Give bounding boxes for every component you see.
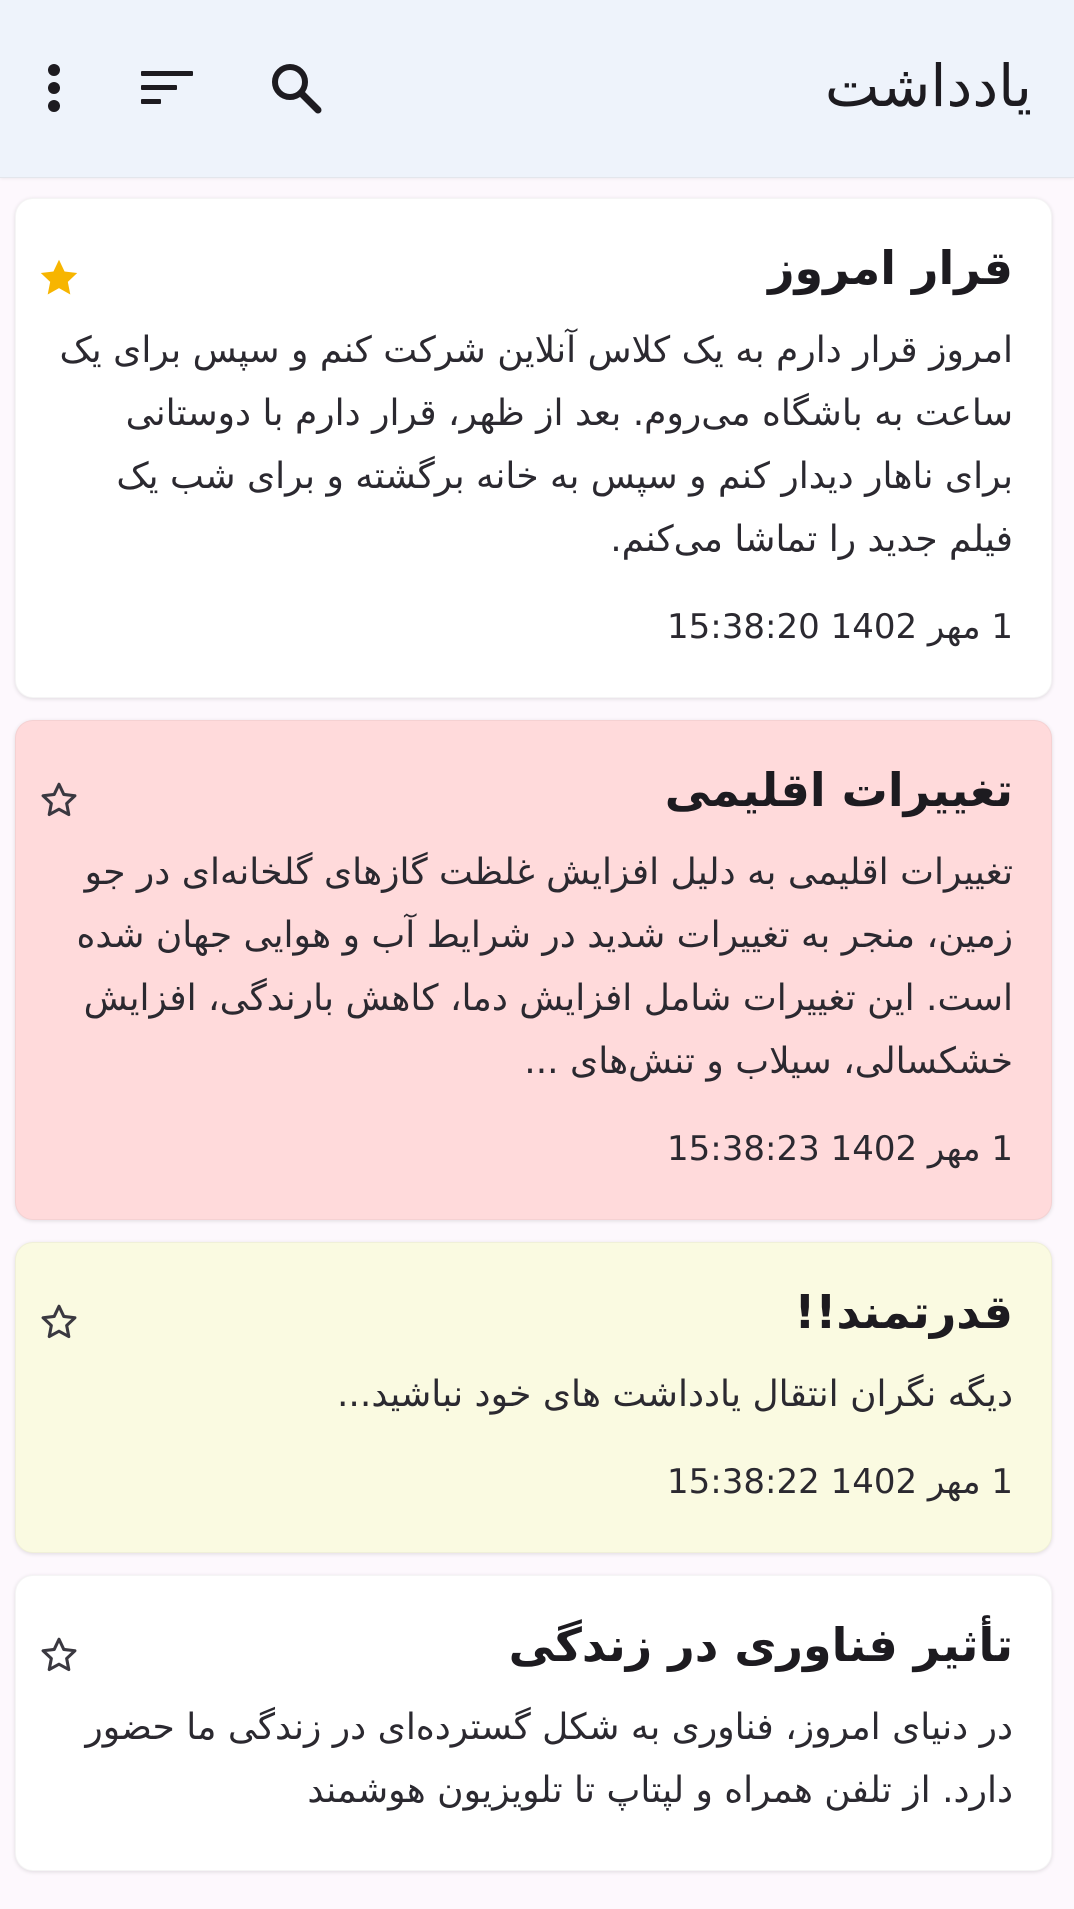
- star-outline-icon[interactable]: [36, 1299, 82, 1345]
- note-card[interactable]: تأثیر فناوری در زندگی در دنیای امروز، فنا…: [15, 1575, 1052, 1871]
- more-vert-icon: [48, 64, 60, 112]
- note-card[interactable]: قدرتمند!! دیگه نگران انتقال یادداشت های خ…: [15, 1242, 1052, 1553]
- note-date: 1 مهر 1402 15:38:22: [667, 1462, 1013, 1502]
- star-outline-icon[interactable]: [36, 1632, 82, 1678]
- note-body: تغییرات اقلیمی به دلیل افزایش غلظت گازها…: [76, 852, 1013, 1082]
- more-options-button[interactable]: [14, 48, 94, 128]
- note-body: در دنیای امروز، فناوری به شکل گسترده‌ای …: [85, 1707, 1013, 1811]
- app-bar: یادداشت: [0, 0, 1074, 178]
- note-card[interactable]: قرار امروز امروز قرار دارم به یک کلاس آنل…: [15, 198, 1052, 698]
- note-body: امروز قرار دارم به یک کلاس آنلاین شرکت ک…: [59, 330, 1013, 560]
- note-body: دیگه نگران انتقال یادداشت های خود نباشید…: [336, 1374, 1013, 1415]
- star-filled-icon[interactable]: [36, 255, 82, 301]
- note-title: تأثیر فناوری در زندگی: [508, 1618, 1013, 1672]
- note-date: 1 مهر 1402 15:38:20: [667, 607, 1013, 647]
- note-date: 1 مهر 1402 15:38:23: [667, 1129, 1013, 1169]
- search-icon: [272, 64, 322, 114]
- star-outline-icon[interactable]: [36, 777, 82, 823]
- note-title: قرار امروز: [768, 241, 1013, 295]
- sort-icon: [141, 71, 193, 104]
- note-title: قدرتمند!!: [794, 1285, 1013, 1339]
- page-title: یادداشت: [824, 52, 1032, 120]
- sort-button[interactable]: [127, 48, 207, 128]
- notes-list: قرار امروز امروز قرار دارم به یک کلاس آنل…: [15, 198, 1052, 1893]
- search-button[interactable]: [256, 48, 336, 128]
- note-title: تغییرات اقلیمی: [664, 763, 1013, 817]
- note-card[interactable]: تغییرات اقلیمی تغییرات اقلیمی به دلیل افز…: [15, 720, 1052, 1220]
